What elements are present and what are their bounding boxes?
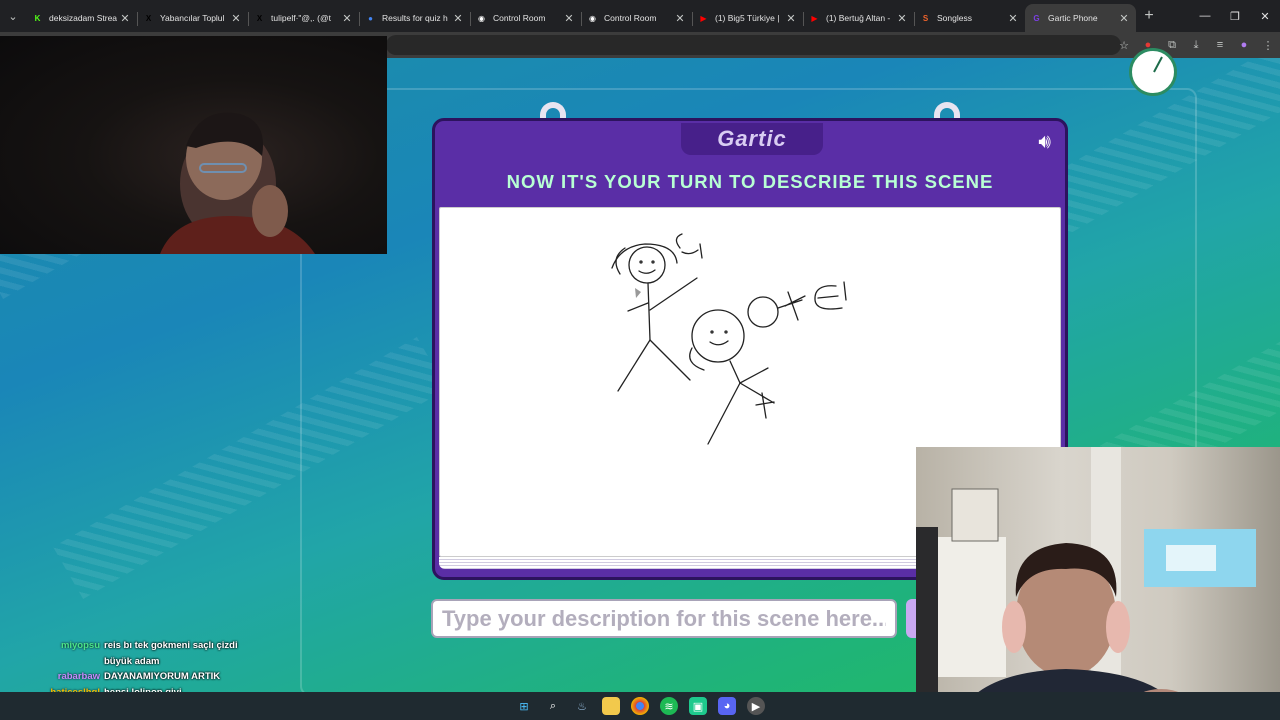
browser-tab[interactable]: Kdeksizadam Strea ✕ — [26, 4, 138, 32]
chat-message: miyopsu reis bı tek gokmeni saçlı çizdi — [0, 638, 300, 654]
tab-title: (1) Bertuğ Altan - — [826, 13, 891, 23]
youtube-icon: ▶ — [811, 13, 818, 23]
webcam-person-image — [160, 112, 315, 254]
tab-title: Control Room — [604, 13, 657, 23]
download-icon[interactable]: ⤓ — [1184, 39, 1208, 52]
browser-tab[interactable]: Xtulipelf·"@,. (@t ✕ — [248, 4, 360, 32]
tab-title: Results for quiz h — [382, 13, 448, 23]
media-player-icon[interactable]: ▶ — [747, 697, 765, 715]
streamer-webcam-overlay-right — [916, 447, 1280, 720]
control-room-icon: ◉ — [478, 13, 485, 23]
page-title: NOW IT'S YOUR TURN TO DESCRIBE THIS SCEN… — [506, 171, 994, 192]
tab-title: Gartic Phone — [1048, 13, 1098, 23]
browser-tab[interactable]: ▶ (1) Big5 Türkiye | ✕ — [692, 4, 804, 32]
browser-tab[interactable]: ▶ (1) Bertuğ Altan - ✕ — [803, 4, 915, 32]
chat-username: rabarbaw — [57, 671, 100, 683]
steam-icon[interactable]: ♨ — [573, 697, 591, 715]
tab-title: Control Room — [493, 13, 546, 23]
tab-close-icon[interactable]: ✕ — [785, 12, 797, 25]
maximize-icon[interactable]: ❐ — [1220, 0, 1250, 32]
gartic-icon: G — [1033, 13, 1040, 23]
webcam-person-image — [916, 447, 1256, 720]
search-icon[interactable]: ⌕ — [544, 697, 562, 715]
windows-start-icon[interactable]: ⊞ — [515, 697, 533, 715]
tab-close-icon[interactable]: ✕ — [674, 12, 686, 25]
browser-tab[interactable]: G Gartic Phone ✕ — [1025, 4, 1136, 32]
search-results-icon: ● — [368, 13, 373, 23]
minimize-icon[interactable]: — — [1190, 0, 1220, 32]
file-explorer-icon[interactable] — [602, 697, 620, 715]
menu-dots-icon[interactable]: ⋮ — [1256, 39, 1280, 52]
chat-text: reis bı tek gokmeni saçlı çizdi — [104, 640, 238, 652]
tab-title: deksizadam Strea — [49, 13, 118, 23]
tab-close-icon[interactable]: ✕ — [341, 12, 353, 25]
chat-text: büyük adam — [104, 655, 160, 667]
tab-close-icon[interactable]: ✕ — [563, 12, 575, 25]
sound-speaker-icon[interactable]: 🔊︎ — [1038, 131, 1051, 154]
bookmark-star-icon[interactable]: ☆ — [1112, 39, 1136, 52]
songless-icon: S — [922, 13, 929, 23]
discord-icon[interactable]: ◕ — [718, 697, 736, 715]
tab-close-icon[interactable]: ✕ — [230, 12, 242, 25]
chat-text: DAYANAMIYORUM ARTIK — [104, 671, 221, 683]
tab-title: tulipelf·"@,. (@t — [271, 13, 331, 23]
browser-tab[interactable]: S Songless ✕ — [914, 4, 1026, 32]
window-controls: — ❐ ✕ — [1190, 0, 1280, 32]
tab-strip: Kdeksizadam Strea ✕ X Yabancılar Toplul ✕ Xtu… — [26, 0, 1136, 32]
app-icon[interactable]: ▣ — [689, 697, 707, 715]
windows-taskbar: ⊞ ⌕ ♨ ≋ ▣ ◕ ▶ — [0, 692, 1280, 720]
browser-tab[interactable]: X Yabancılar Toplul ✕ — [137, 4, 249, 32]
media-controls-icon[interactable]: ≡ — [1208, 39, 1232, 51]
browser-tab[interactable]: ◉ Control Room ✕ — [581, 4, 693, 32]
new-tab-plus-icon[interactable]: + — [1136, 7, 1162, 25]
gartic-logo: Gartic — [681, 123, 823, 155]
tab-close-icon[interactable]: ✕ — [452, 12, 464, 25]
control-room-icon: ◉ — [589, 13, 596, 23]
tab-title: Yabancılar Toplul — [160, 13, 225, 23]
profile-avatar-icon[interactable]: ● — [1232, 39, 1256, 51]
close-window-icon[interactable]: ✕ — [1250, 0, 1280, 32]
browser-tab[interactable]: ◉ Control Room ✕ — [470, 4, 582, 32]
browser-tab[interactable]: ● Results for quiz h ✕ — [359, 4, 471, 32]
tab-close-icon[interactable]: ✕ — [1118, 12, 1130, 25]
youtube-icon: ▶ — [700, 13, 707, 23]
description-input[interactable] — [431, 599, 897, 638]
browser-tab-bar: ⌄ Kdeksizadam Strea ✕ X Yabancılar Toplul ✕ X… — [0, 0, 1280, 32]
tab-search-chevron-icon[interactable]: ⌄ — [0, 0, 26, 32]
tab-close-icon[interactable]: ✕ — [1007, 12, 1019, 25]
x-icon: X — [256, 13, 263, 23]
tab-close-icon[interactable]: ✕ — [896, 12, 908, 25]
chrome-icon[interactable] — [631, 697, 649, 715]
kick-icon: K — [34, 13, 41, 23]
tab-title: Songless — [937, 13, 972, 23]
tab-title: (1) Big5 Türkiye | — [715, 13, 780, 23]
chat-message: büyük adam — [0, 654, 300, 670]
timer-clock-icon — [1129, 48, 1177, 96]
spotify-icon[interactable]: ≋ — [660, 697, 678, 715]
streamer-webcam-overlay-left — [0, 36, 387, 254]
x-icon: X — [145, 13, 152, 23]
tab-close-icon[interactable]: ✕ — [119, 12, 131, 25]
address-bar[interactable] — [386, 35, 1121, 55]
chat-username: miyopsu — [60, 640, 100, 652]
chat-message: rabarbaw DAYANAMIYORUM ARTIK — [0, 669, 300, 685]
